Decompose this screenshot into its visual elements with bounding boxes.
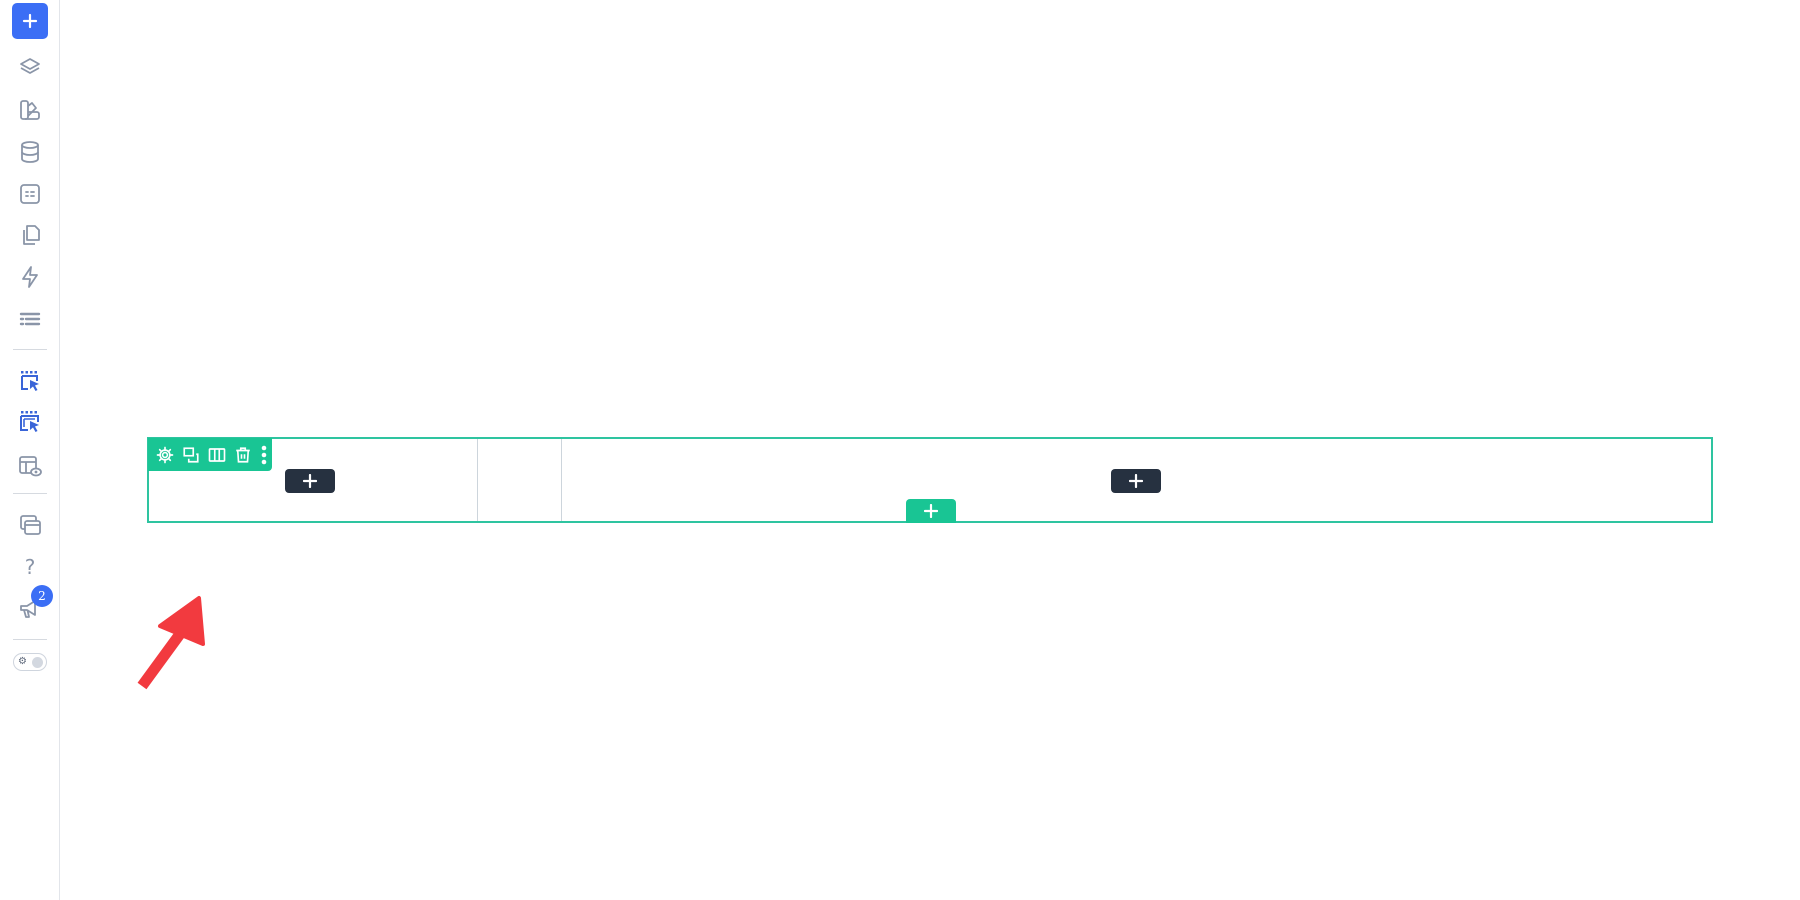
duplicate-icon[interactable] (181, 445, 200, 464)
pages-button[interactable] (11, 217, 49, 253)
add-row-button[interactable] (906, 499, 956, 523)
select-element-icon (21, 371, 39, 391)
windows-icon (20, 515, 41, 535)
annotation-arrow-icon (137, 596, 205, 690)
list-icon (19, 312, 41, 326)
help-button[interactable]: ? (11, 549, 49, 585)
lightning-icon (22, 266, 38, 288)
select-multiple-icon (20, 411, 39, 432)
add-block-button[interactable] (1111, 469, 1161, 493)
database-icon (21, 141, 39, 163)
styles-icon (20, 100, 40, 120)
select-element-button[interactable] (11, 363, 49, 399)
column-divider (477, 439, 478, 521)
styles-button[interactable] (11, 92, 49, 128)
select-multiple-button[interactable] (11, 404, 49, 440)
list-button[interactable] (11, 301, 49, 337)
section-row[interactable] (147, 437, 1713, 523)
notification-badge: 2 (31, 585, 53, 607)
actions-button[interactable] (11, 259, 49, 295)
toggle-knob (32, 657, 43, 668)
delete-icon[interactable] (233, 445, 252, 464)
help-icon: ? (24, 555, 36, 579)
layout-preview-icon (19, 456, 42, 477)
column-divider (561, 439, 562, 521)
theme-toggle[interactable]: ⚙ (13, 653, 47, 671)
plus-icon (1129, 474, 1143, 488)
more-icon[interactable] (259, 445, 269, 464)
windows-button[interactable] (11, 507, 49, 543)
plus-icon (924, 504, 938, 518)
layout-preview-button[interactable] (11, 448, 49, 484)
pages-icon (23, 225, 40, 245)
form-icon (20, 184, 40, 204)
sidebar-divider (13, 349, 47, 350)
sidebar-divider (13, 639, 47, 640)
forms-button[interactable] (11, 176, 49, 212)
settings-icon[interactable] (155, 445, 174, 464)
database-button[interactable] (11, 134, 49, 170)
sun-icon: ⚙ (18, 656, 27, 667)
columns-icon[interactable] (207, 445, 226, 464)
plus-icon (22, 13, 38, 29)
plus-icon (303, 474, 317, 488)
sidebar-divider (13, 493, 47, 494)
layers-button[interactable] (11, 50, 49, 86)
layers-icon (20, 58, 40, 74)
row-toolbar (148, 438, 272, 471)
left-sidebar: ? 2 ⚙ (0, 0, 60, 900)
add-element-button[interactable] (12, 3, 48, 39)
add-block-button[interactable] (285, 469, 335, 493)
